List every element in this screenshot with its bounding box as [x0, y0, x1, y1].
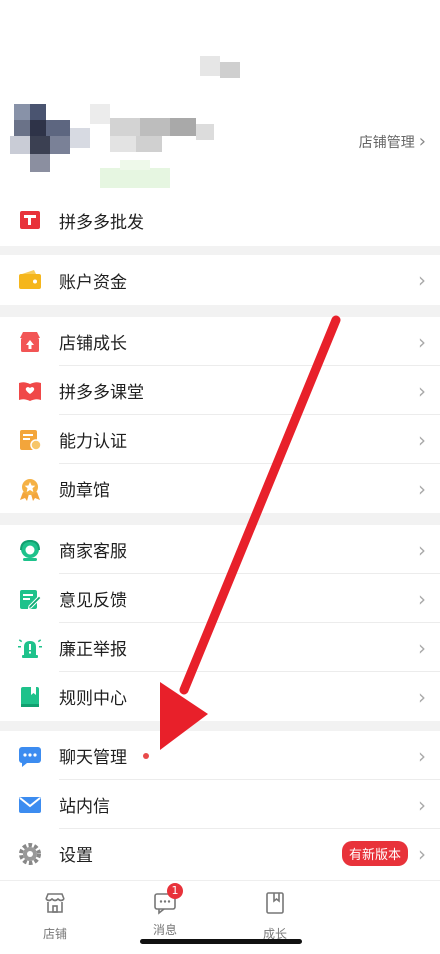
chevron-right-icon: › [418, 268, 426, 292]
blurred-store-avatar [0, 0, 440, 206]
settings-group: 聊天管理 › 站内信 › 设置 有新版本 › [0, 731, 440, 878]
menu-label: 商家客服 [59, 542, 127, 562]
chevron-right-icon: › [418, 537, 426, 562]
menu-item-certification[interactable]: 能力认证 › [0, 415, 440, 464]
menu-label: 规则中心 [59, 689, 127, 709]
unread-count-badge: 1 [167, 883, 183, 899]
tab-store[interactable]: 店铺 [25, 891, 85, 942]
chevron-right-icon: › [418, 131, 426, 152]
home-indicator [140, 939, 302, 944]
medal-icon [20, 478, 40, 501]
chevron-right-icon: › [418, 476, 426, 501]
classroom-icon [19, 381, 41, 401]
menu-item-chat-manage[interactable]: 聊天管理 › [0, 731, 440, 780]
new-version-badge: 有新版本 [341, 841, 408, 866]
menu-item-settings[interactable]: 设置 有新版本 › [0, 829, 440, 878]
menu-label: 廉正举报 [59, 640, 127, 660]
store-icon [45, 893, 65, 913]
section-divider [0, 513, 440, 525]
menu-item-rules[interactable]: 规则中心 › [0, 672, 440, 721]
wholesale-icon [20, 211, 40, 229]
chevron-right-icon: › [418, 378, 426, 403]
menu-item-report[interactable]: 廉正举报 › [0, 623, 440, 672]
menu-label: 拼多多课堂 [59, 383, 144, 403]
store-management-link[interactable]: 店铺管理 › [359, 132, 426, 152]
menu-item-feedback[interactable]: 意见反馈 › [0, 574, 440, 623]
menu-item-store-growth[interactable]: 店铺成长 › [0, 317, 440, 366]
menu-item-wholesale[interactable]: 拼多多批发 [0, 196, 440, 244]
menu-label: 账户资金 [59, 272, 127, 293]
unread-dot [143, 752, 149, 759]
report-icon [18, 638, 42, 658]
menu-item-funds[interactable]: 账户资金 › [0, 255, 440, 305]
service-group: 商家客服 › 意见反馈 › 廉正举报 › 规则中心 › [0, 525, 440, 721]
chat-manage-icon [19, 746, 41, 767]
store-header: 店铺管理 › [0, 0, 440, 206]
customer-service-icon [20, 539, 40, 561]
menu-label: 店铺成长 [59, 334, 127, 354]
menu-label: 意见反馈 [59, 591, 127, 611]
tab-label: 店铺 [42, 927, 67, 941]
chevron-right-icon: › [418, 841, 426, 866]
message-icon-wrap: 1 [153, 883, 183, 915]
menu-item-customer-service[interactable]: 商家客服 › [0, 525, 440, 574]
menu-label: 站内信 [59, 797, 110, 817]
funds-group: 账户资金 › [0, 255, 440, 305]
menu-label: 能力认证 [59, 432, 127, 452]
rules-icon [21, 686, 39, 707]
chevron-right-icon: › [418, 586, 426, 611]
section-divider [0, 721, 440, 731]
section-divider [0, 305, 440, 317]
menu-label: 拼多多批发 [59, 212, 144, 233]
chevron-right-icon: › [418, 743, 426, 768]
bottom-tab-bar: 店铺 1 消息 成长 [0, 880, 440, 954]
growth-icon [266, 892, 284, 914]
tab-growth[interactable]: 成长 [245, 891, 305, 942]
wholesale-group: 拼多多批发 [0, 196, 440, 244]
certification-icon [20, 429, 42, 451]
menu-item-mail[interactable]: 站内信 › [0, 780, 440, 829]
feedback-icon [20, 589, 42, 609]
growth-group: 店铺成长 › 拼多多课堂 › 能力认证 › 勋章馆 › [0, 317, 440, 513]
chevron-right-icon: › [418, 635, 426, 660]
menu-item-medal[interactable]: 勋章馆 › [0, 464, 440, 513]
chevron-right-icon: › [418, 427, 426, 452]
gear-icon [19, 842, 41, 865]
section-divider [0, 246, 440, 255]
menu-label: 勋章馆 [59, 481, 110, 501]
store-management-label: 店铺管理 [358, 135, 415, 151]
menu-item-classroom[interactable]: 拼多多课堂 › [0, 366, 440, 415]
tab-messages[interactable]: 1 消息 [135, 883, 195, 938]
menu-label: 设置 [59, 846, 93, 866]
chevron-right-icon: › [418, 684, 426, 709]
tab-label: 消息 [152, 923, 177, 937]
chevron-right-icon: › [418, 329, 426, 354]
chevron-right-icon: › [418, 792, 426, 817]
menu-label: 聊天管理 [59, 748, 127, 768]
wallet-icon [19, 270, 41, 289]
mail-icon [19, 796, 41, 813]
store-growth-icon [20, 331, 40, 352]
